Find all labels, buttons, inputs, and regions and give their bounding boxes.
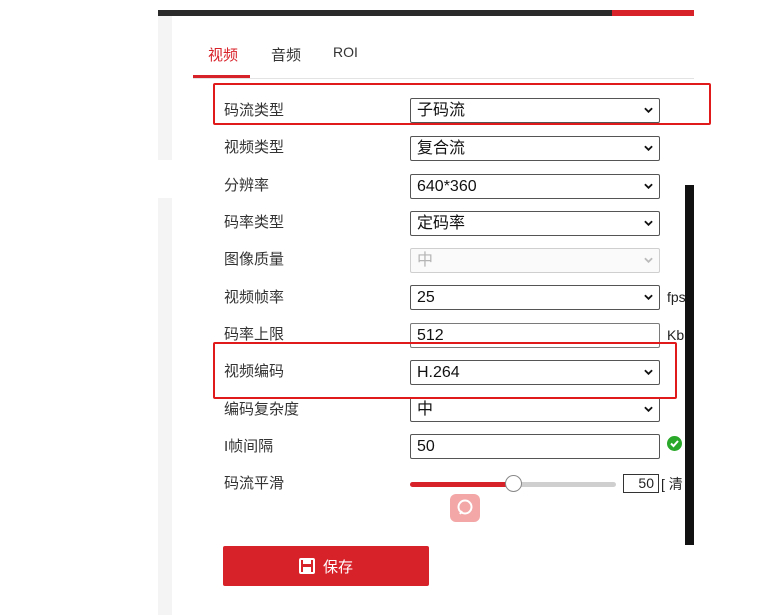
bitrate-type-value: 定码率 — [417, 215, 466, 232]
chevron-down-icon — [644, 406, 653, 412]
smoothing-slider-fill — [410, 482, 513, 487]
chevron-down-icon — [644, 257, 653, 263]
video-type-select[interactable]: 复合流 — [410, 136, 660, 161]
bitrate-type-label: 码率类型 — [224, 214, 285, 231]
smoothing-slider-handle[interactable] — [505, 475, 522, 492]
frame-gap — [150, 160, 172, 198]
image-quality-select: 中 — [410, 248, 660, 273]
chevron-down-icon — [644, 145, 653, 151]
encoding-complexity-label: 编码复杂度 — [224, 401, 300, 418]
frame-rate-select[interactable]: 25 — [410, 285, 660, 310]
smoothing-value-input[interactable]: 50 — [623, 474, 659, 493]
save-icon — [298, 558, 315, 574]
highlight-box-video-encoding — [213, 342, 677, 399]
image-quality-value: 中 — [417, 252, 434, 269]
chevron-down-icon — [644, 183, 653, 189]
image-quality-label: 图像质量 — [224, 251, 285, 268]
smoothing-suffix: [ 清 — [661, 476, 683, 492]
chevron-down-icon — [644, 294, 653, 300]
frame-rate-label: 视频帧率 — [224, 289, 285, 306]
resolution-value: 640*360 — [417, 178, 477, 195]
stream-smoothing-label: 码流平滑 — [224, 475, 285, 492]
tab-video[interactable]: 视频 — [208, 44, 238, 65]
right-edge-bar — [685, 185, 694, 545]
save-button[interactable]: 保存 — [223, 546, 429, 586]
tab-roi[interactable]: ROI — [333, 44, 358, 60]
check-circle-icon — [667, 436, 682, 451]
search-icon — [457, 499, 473, 515]
i-frame-interval-input[interactable]: 50 — [410, 434, 660, 459]
search-floating-button[interactable] — [450, 494, 480, 522]
video-type-value: 复合流 — [417, 140, 466, 157]
i-frame-interval-value: 50 — [417, 438, 435, 455]
resolution-label: 分辨率 — [224, 177, 270, 194]
frame-rate-unit: fps — [667, 289, 686, 305]
max-bitrate-unit: Kb — [667, 327, 685, 343]
video-type-label: 视频类型 — [224, 139, 285, 156]
encoding-complexity-value: 中 — [417, 401, 434, 418]
tab-divider — [193, 78, 694, 79]
bitrate-type-select[interactable]: 定码率 — [410, 211, 660, 236]
save-button-label: 保存 — [322, 558, 353, 576]
i-frame-interval-label: I帧间隔 — [224, 438, 274, 455]
frame-rate-value: 25 — [417, 289, 435, 306]
tab-audio[interactable]: 音频 — [271, 44, 301, 65]
encoding-complexity-select[interactable]: 中 — [410, 397, 660, 422]
resolution-select[interactable]: 640*360 — [410, 174, 660, 199]
highlight-box-stream-type — [213, 83, 711, 125]
chevron-down-icon — [644, 220, 653, 226]
